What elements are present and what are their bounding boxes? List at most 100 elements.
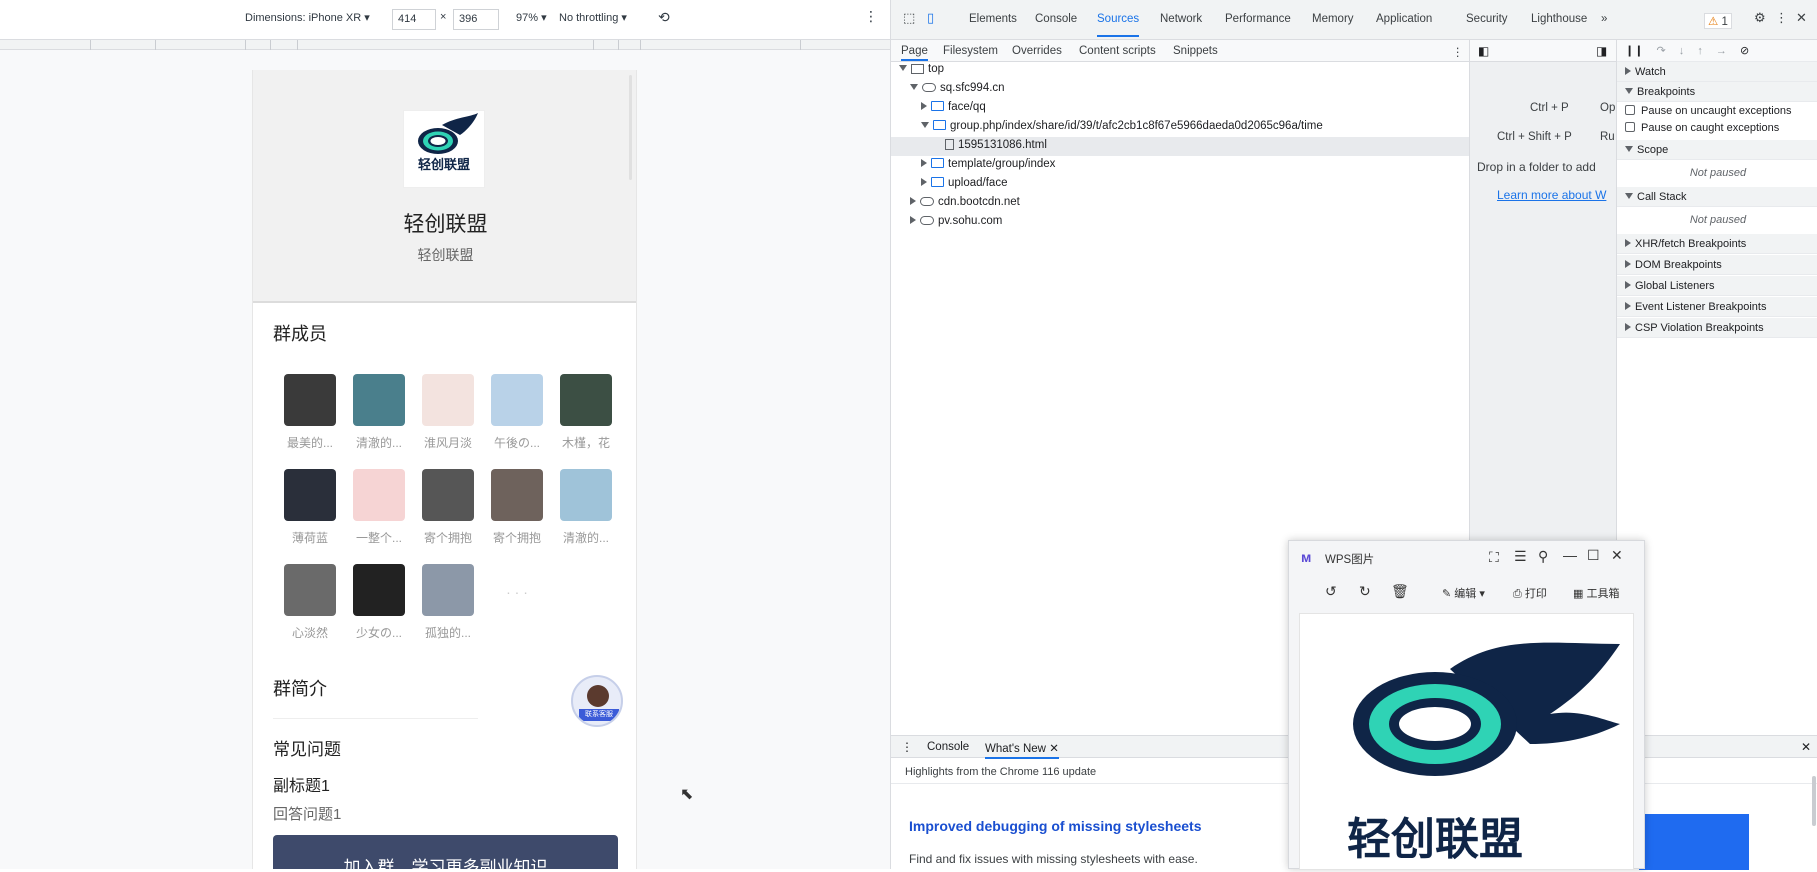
tree-file-selected[interactable]: 1595131086.html [891, 137, 1469, 156]
step-into-icon[interactable]: ↓ [1679, 45, 1685, 57]
close-icon[interactable]: ✕ [1611, 547, 1623, 564]
close-drawer-icon[interactable]: ✕ [1801, 740, 1811, 754]
edit-button[interactable]: ✎ 编辑 ▾ [1442, 585, 1485, 601]
tree-group[interactable]: group.php/index/share/id/39/t/afc2cb1c8f… [921, 120, 1323, 132]
tree-top[interactable]: top [899, 63, 944, 75]
drawer-tab-whats-new[interactable]: What's New ✕ [985, 741, 1059, 759]
maximize-icon[interactable]: ☐ [1587, 547, 1600, 564]
tab-application[interactable]: Application [1376, 13, 1432, 25]
close-devtools-icon[interactable]: ✕ [1796, 10, 1807, 26]
devtools-menu-icon[interactable]: ⋮ [1775, 10, 1788, 26]
navigator-tab-overrides[interactable]: Overrides [1012, 45, 1062, 57]
height-input[interactable]: 396 [453, 9, 499, 30]
pin-icon[interactable]: ⚲ [1538, 548, 1548, 565]
more-options-icon[interactable]: ⋮ [864, 8, 878, 25]
tree-face[interactable]: face/qq [921, 101, 986, 113]
step-icon[interactable]: → [1716, 45, 1727, 57]
group-logo: 轻创联盟 [403, 110, 485, 188]
minimize-icon[interactable]: — [1563, 547, 1577, 563]
tab-memory[interactable]: Memory [1312, 13, 1354, 25]
pause-icon[interactable]: ❙❙ [1625, 45, 1643, 57]
settings-icon[interactable]: ⚙ [1754, 10, 1766, 26]
member-item[interactable]: 寄个拥抱 [417, 469, 479, 546]
drawer-scrollbar[interactable] [1812, 776, 1816, 826]
member-item[interactable]: 淮风月淡 [417, 374, 479, 451]
toggle-navigator-icon[interactable]: ◧ [1478, 44, 1489, 58]
throttling-dropdown[interactable]: No throttling ▾ [559, 11, 627, 24]
shortcut-run-command-action: Ru [1600, 131, 1615, 143]
member-item[interactable]: 午後の... [486, 374, 548, 451]
print-button[interactable]: ⎙ 打印 [1513, 585, 1547, 601]
whats-new-headline[interactable]: Improved debugging of missing stylesheet… [909, 818, 1202, 834]
tree-cdn[interactable]: cdn.bootcdn.net [910, 196, 1020, 208]
checkbox[interactable] [1625, 105, 1635, 115]
tab-performance[interactable]: Performance [1225, 13, 1291, 25]
customer-service-button[interactable]: 联系客服 [571, 675, 623, 727]
navigator-menu-icon[interactable]: ⋮ [1452, 45, 1464, 59]
dom-breakpoints-section[interactable]: DOM Breakpoints [1617, 255, 1817, 275]
drawer-tab-console[interactable]: Console [927, 741, 969, 753]
toggle-debugger-icon[interactable]: ◨ [1596, 44, 1607, 58]
media-query-ruler [0, 40, 890, 50]
menu-icon[interactable]: ☰ [1514, 548, 1527, 565]
scrollbar[interactable] [629, 75, 632, 180]
tree-template[interactable]: template/group/index [921, 158, 1055, 170]
member-item[interactable]: 心淡然 [279, 564, 341, 641]
tab-sources[interactable]: Sources [1097, 13, 1140, 37]
member-item[interactable]: 寄个拥抱 [486, 469, 548, 546]
tab-network[interactable]: Network [1160, 13, 1202, 25]
member-item[interactable]: 最美的... [279, 374, 341, 451]
tree-sohu[interactable]: pv.sohu.com [910, 215, 1002, 227]
checkbox[interactable] [1625, 122, 1635, 132]
navigator-tab-page[interactable]: Page [901, 45, 928, 61]
member-item[interactable]: 木槿，花 [555, 374, 617, 451]
dimensions-dropdown[interactable]: Dimensions: iPhone XR ▾ [245, 11, 370, 24]
member-item[interactable]: 一整个... [348, 469, 410, 546]
pause-caught-option[interactable]: Pause on caught exceptions [1625, 122, 1779, 134]
tab-elements[interactable]: Elements [969, 13, 1017, 25]
global-listeners-section[interactable]: Global Listeners [1617, 276, 1817, 296]
watch-section[interactable]: Watch [1617, 62, 1817, 82]
delete-icon[interactable]: 🗑 [1391, 583, 1409, 600]
rotate-left-icon[interactable]: ↺ [1325, 583, 1337, 600]
tab-security[interactable]: Security [1466, 13, 1508, 25]
drawer-menu-icon[interactable]: ⋮ [901, 740, 913, 754]
navigator-tab-filesystem[interactable]: Filesystem [943, 45, 998, 57]
member-item[interactable]: 清澈的... [555, 469, 617, 546]
member-item[interactable]: 清澈的... [348, 374, 410, 451]
whats-new-image [1639, 814, 1749, 870]
xhr-breakpoints-section[interactable]: XHR/fetch Breakpoints [1617, 234, 1817, 254]
toolbox-button[interactable]: ▦ 工具箱 [1573, 585, 1619, 601]
wps-image-canvas: 轻创联盟 [1299, 613, 1634, 870]
breakpoints-section[interactable]: Breakpoints [1617, 82, 1817, 102]
width-input[interactable]: 414 [392, 9, 436, 30]
tree-domain[interactable]: sq.sfc994.cn [910, 82, 1005, 94]
csp-violation-breakpoints-section[interactable]: CSP Violation Breakpoints [1617, 318, 1817, 338]
event-listener-breakpoints-section[interactable]: Event Listener Breakpoints [1617, 297, 1817, 317]
fullscreen-icon[interactable]: ⛶ [1489, 549, 1499, 566]
call-stack-section[interactable]: Call Stack [1617, 187, 1817, 207]
join-group-button[interactable]: 加入群，学习更多副业知识 [273, 835, 618, 869]
inspect-icon[interactable]: ⬚ [903, 10, 915, 26]
step-over-icon[interactable]: ↷ [1657, 45, 1666, 57]
navigator-tab-snippets[interactable]: Snippets [1173, 45, 1218, 57]
zoom-dropdown[interactable]: 97% ▾ [516, 11, 547, 24]
learn-more-link[interactable]: Learn more about W [1497, 188, 1617, 202]
deactivate-breakpoints-icon[interactable]: ⊘ [1740, 45, 1749, 57]
scope-section[interactable]: Scope [1617, 140, 1817, 160]
more-tabs-icon[interactable]: » [1601, 13, 1607, 25]
rotate-icon[interactable]: ⟲ [658, 9, 670, 26]
pause-uncaught-option[interactable]: Pause on uncaught exceptions [1625, 105, 1791, 117]
warning-badge[interactable]: ⚠ 1 [1704, 13, 1732, 29]
close-tab-icon[interactable]: ✕ [1049, 743, 1059, 755]
member-item[interactable]: 少女の... [348, 564, 410, 641]
navigator-tab-content-scripts[interactable]: Content scripts [1079, 45, 1156, 57]
member-item[interactable]: 薄荷蓝 [279, 469, 341, 546]
device-toggle-icon[interactable]: ▯ [927, 10, 934, 26]
member-item[interactable]: 孤独的... [417, 564, 479, 641]
step-out-icon[interactable]: ↑ [1697, 45, 1703, 57]
tree-upload[interactable]: upload/face [921, 177, 1007, 189]
rotate-right-icon[interactable]: ↻ [1359, 583, 1371, 600]
tab-lighthouse[interactable]: Lighthouse [1531, 13, 1587, 25]
tab-console[interactable]: Console [1035, 13, 1077, 25]
